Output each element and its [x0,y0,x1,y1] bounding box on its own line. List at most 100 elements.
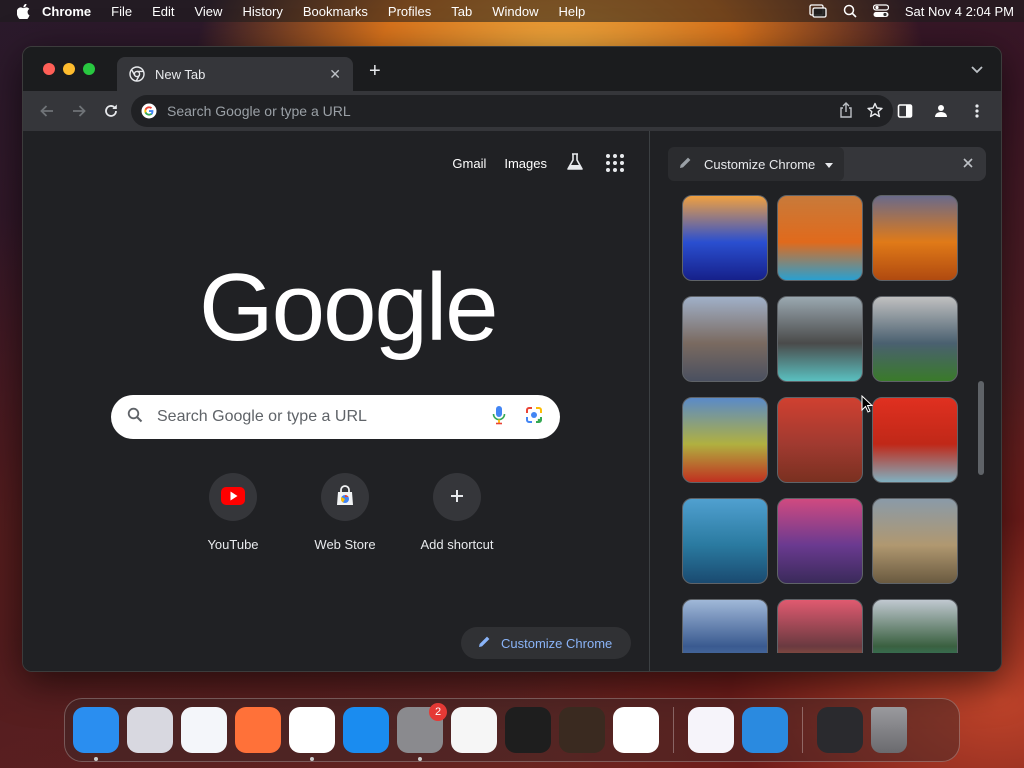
menu-file[interactable]: File [111,4,132,19]
screen-mirroring-icon[interactable] [809,4,827,18]
background-thumbnail-waterfall[interactable] [777,296,863,382]
background-thumbnail-rocky-peaks[interactable] [682,296,768,382]
close-side-panel-icon[interactable] [962,157,974,172]
search-icon [127,407,143,428]
side-panel-scrollbar[interactable] [976,131,986,671]
ntp-search-box[interactable]: Search Google or type a URL [111,395,560,439]
back-button[interactable] [31,95,63,127]
background-thumbnail-mountain-meadow[interactable] [872,296,958,382]
menu-window[interactable]: Window [492,4,538,19]
background-thumbnail-poppy-field[interactable] [682,397,768,483]
scrollbar-thumb[interactable] [978,381,984,475]
background-thumbnail-alpine-lake[interactable] [872,599,958,653]
running-indicator [418,757,422,761]
web-store-icon [334,484,356,510]
background-thumbnail-autumn-forest[interactable] [872,195,958,281]
dock-launchpad-icon[interactable] [127,707,173,753]
new-tab-button[interactable]: + [369,61,381,81]
maximize-window-button[interactable] [83,63,95,75]
chrome-favicon-icon [129,66,145,82]
forward-button[interactable] [63,95,95,127]
menu-app-name[interactable]: Chrome [42,4,91,19]
voice-search-mic-icon[interactable] [492,405,506,430]
close-window-button[interactable] [43,63,55,75]
dock-visual-studio-icon[interactable] [688,707,734,753]
shortcut-add[interactable]: Add shortcut [401,473,513,552]
profile-avatar-icon[interactable] [925,95,957,127]
background-thumbnail-red-wetland[interactable] [872,397,958,483]
plus-icon [450,489,464,506]
shortcut-web-store[interactable]: Web Store [289,473,401,552]
menu-view[interactable]: View [194,4,222,19]
dock-separator [673,707,674,753]
dock-safari-icon[interactable] [181,707,227,753]
omnibox[interactable]: Search Google or type a URL [131,95,893,127]
menu-bar: Chrome File Edit View History Bookmarks … [0,0,1024,22]
background-thumbnail-fuji[interactable] [682,599,768,653]
customize-chrome-label: Customize Chrome [501,635,613,651]
bookmark-star-icon[interactable] [867,102,883,121]
customize-chrome-button[interactable]: Customize Chrome [461,627,631,659]
background-thumbnail-ice-cave[interactable] [682,498,768,584]
running-indicator [310,757,314,761]
close-tab-icon[interactable]: ✕ [329,66,341,83]
shortcut-label: YouTube [207,537,259,552]
dock-vscode-icon[interactable] [613,707,659,753]
google-logo: Google [199,254,499,361]
dock-garageband-icon[interactable] [559,707,605,753]
dock-terminal-icon[interactable] [505,707,551,753]
youtube-icon [221,486,245,508]
gmail-link[interactable]: Gmail [452,156,486,171]
dock-minimized-window-icon[interactable] [817,707,863,753]
menu-clock[interactable]: Sat Nov 4 2:04 PM [905,4,1014,19]
background-thumbnail-blue-dunes[interactable] [682,195,768,281]
dock: 2 [64,698,960,762]
new-tab-page: Gmail Images Google Search Google or typ… [23,131,649,671]
google-g-icon [141,103,157,119]
menu-history[interactable]: History [242,4,282,19]
side-panel-icon[interactable] [889,95,921,127]
menu-tab[interactable]: Tab [451,4,472,19]
google-apps-grid-icon[interactable] [603,151,627,175]
apple-logo-icon[interactable] [16,3,30,19]
control-center-icon[interactable] [872,4,889,18]
tab-strip: New Tab ✕ + [23,47,1001,91]
window-controls [43,63,95,75]
menu-help[interactable]: Help [559,4,586,19]
background-thumbnail-canyon-falls[interactable] [872,498,958,584]
minimize-window-button[interactable] [63,63,75,75]
caret-down-icon [824,157,834,172]
dock-firefox-icon[interactable] [235,707,281,753]
chrome-window: New Tab ✕ + Search Google or type a URL [22,46,1002,672]
kebab-menu-icon[interactable] [961,95,993,127]
dock-textedit-icon[interactable] [451,707,497,753]
dock-chrome-icon[interactable] [289,707,335,761]
dock-finder-icon[interactable] [73,707,119,761]
background-thumbnail-sea-stacks[interactable] [777,599,863,653]
menu-profiles[interactable]: Profiles [388,4,431,19]
shortcut-youtube[interactable]: YouTube [177,473,289,552]
tab-search-chevron-icon[interactable] [971,61,983,79]
side-panel-title: Customize Chrome [704,156,816,172]
notification-badge: 2 [429,703,447,721]
images-link[interactable]: Images [504,156,547,171]
dock-trash-icon[interactable] [871,707,907,753]
pencil-icon [477,635,491,652]
spotlight-search-icon[interactable] [843,4,857,18]
labs-flask-icon[interactable] [565,152,585,175]
side-panel-selector[interactable]: Customize Chrome [668,147,844,181]
reload-button[interactable] [95,95,127,127]
customize-side-panel: Customize Chrome [649,131,1001,671]
background-thumbnail-red-mountains[interactable] [777,397,863,483]
google-lens-icon[interactable] [524,405,544,430]
background-thumbnail-purple-peaks[interactable] [777,498,863,584]
menu-bookmarks[interactable]: Bookmarks [303,4,368,19]
share-icon[interactable] [839,101,853,121]
dock-app-store-icon[interactable] [343,707,389,753]
tab-new-tab[interactable]: New Tab ✕ [117,57,353,91]
dock-weather-icon[interactable] [742,707,788,753]
dock-system-settings-icon[interactable]: 2 [397,703,447,761]
menu-edit[interactable]: Edit [152,4,174,19]
shortcut-label: Add shortcut [420,537,494,552]
background-thumbnail-hot-spring[interactable] [777,195,863,281]
